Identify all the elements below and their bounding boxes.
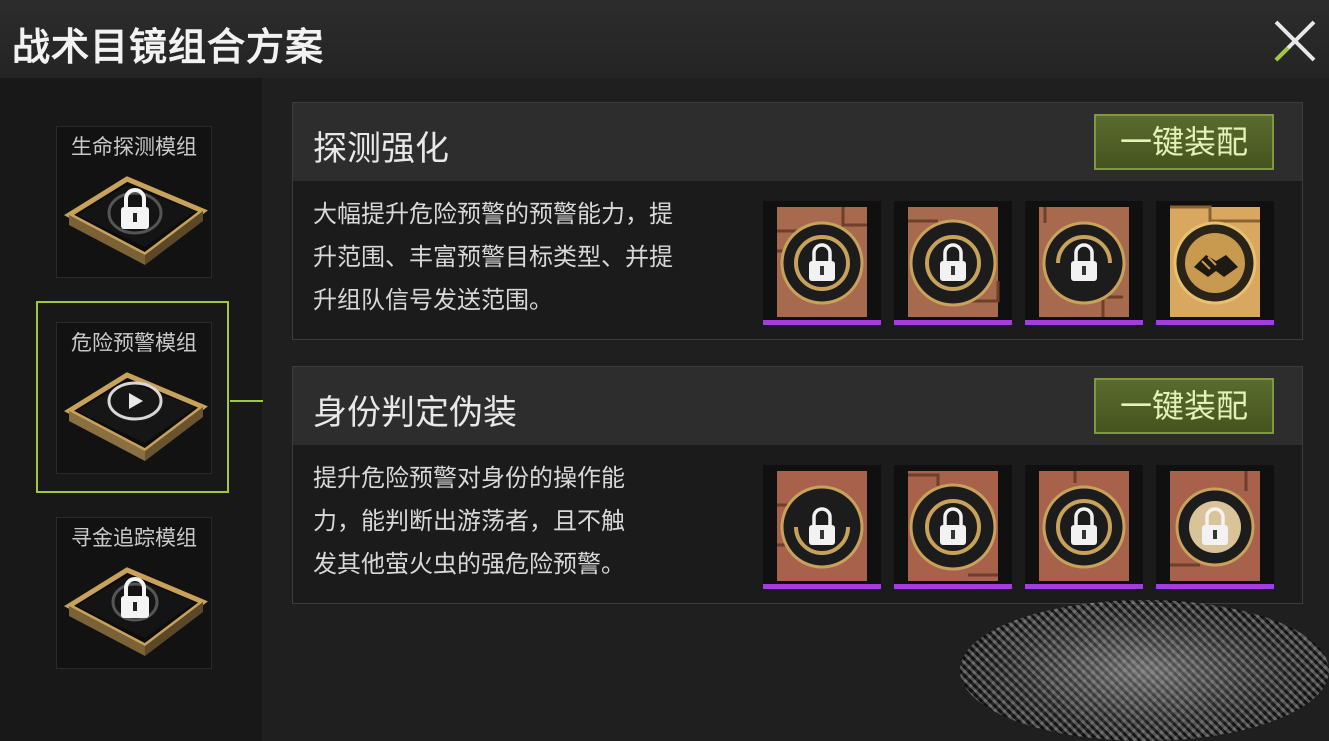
rarity-bar: [1156, 584, 1274, 589]
card-art: [1170, 205, 1260, 317]
card-art: [777, 207, 867, 317]
module-card-gold-tracking[interactable]: 寻金追踪模组: [56, 517, 212, 669]
selection-connector: [230, 400, 263, 402]
module-label: 危险预警模组: [71, 331, 197, 355]
rarity-bar: [894, 584, 1012, 589]
rarity-bar: [763, 320, 881, 325]
equip-slot[interactable]: [1025, 201, 1143, 325]
card-art: [1170, 471, 1260, 581]
equip-slot[interactable]: [894, 465, 1012, 589]
scheme-description: 提升危险预警对身份的操作能 力，能判断出游荡者，且不触 发其他萤火虫的强危险预警…: [313, 457, 733, 586]
equip-slot[interactable]: [763, 201, 881, 325]
one-click-equip-button[interactable]: 一键装配: [1094, 114, 1274, 170]
rarity-bar: [1025, 320, 1143, 325]
description-line: 大幅提升危险预警的预警能力，提: [313, 200, 673, 228]
description-line: 提升危险预警对身份的操作能: [313, 464, 625, 492]
description-line: 升范围、丰富预警目标类型、并提: [313, 243, 673, 271]
card-art: [908, 471, 998, 581]
card-art: [1039, 471, 1129, 581]
scheme-title: 身份判定伪装: [313, 393, 517, 433]
scheme-description: 大幅提升危险预警的预警能力，提 升范围、丰富预警目标类型、并提 升组队信号发送范…: [313, 193, 733, 322]
module-label: 生命探测模组: [71, 135, 197, 159]
scheme-title: 探测强化: [313, 129, 449, 169]
card-art: [908, 207, 1000, 317]
module-card-life-detection[interactable]: 生命探测模组: [56, 126, 212, 278]
rarity-bar: [894, 320, 1012, 325]
top-bar: 战术目镜组合方案: [0, 0, 1329, 78]
equip-slot[interactable]: [1156, 201, 1274, 325]
rarity-bar: [763, 584, 881, 589]
close-icon: [1274, 20, 1316, 62]
rarity-bar: [1025, 584, 1143, 589]
one-click-equip-button[interactable]: 一键装配: [1094, 378, 1274, 434]
description-line: 发其他萤火虫的强危险预警。: [313, 550, 625, 578]
page-title: 战术目镜组合方案: [12, 25, 325, 69]
rarity-bar: [1156, 320, 1274, 325]
equip-slot[interactable]: [763, 465, 881, 589]
equip-slot[interactable]: [1156, 465, 1274, 589]
card-art: [777, 471, 867, 581]
scheme-panel-detection: 探测强化 一键装配 大幅提升危险预警的预警能力，提 升范围、丰富预警目标类型、并…: [292, 102, 1303, 340]
panel-header: 身份判定伪装 一键装配: [293, 367, 1302, 445]
module-card-danger-warning[interactable]: 危险预警模组: [56, 322, 212, 474]
watermark-noise: [960, 600, 1329, 741]
card-art: [1039, 207, 1129, 317]
description-line: 升组队信号发送范围。: [313, 286, 553, 314]
description-line: 力，能判断出游荡者，且不触: [313, 507, 625, 535]
close-button[interactable]: [1266, 14, 1322, 68]
equip-slot[interactable]: [1025, 465, 1143, 589]
scheme-panel-identity: 身份判定伪装 一键装配 提升危险预警对身份的操作能 力，能判断出游荡者，且不触 …: [292, 366, 1303, 604]
panel-header: 探测强化 一键装配: [293, 103, 1302, 181]
module-label: 寻金追踪模组: [71, 526, 197, 550]
equip-slot[interactable]: [894, 201, 1012, 325]
